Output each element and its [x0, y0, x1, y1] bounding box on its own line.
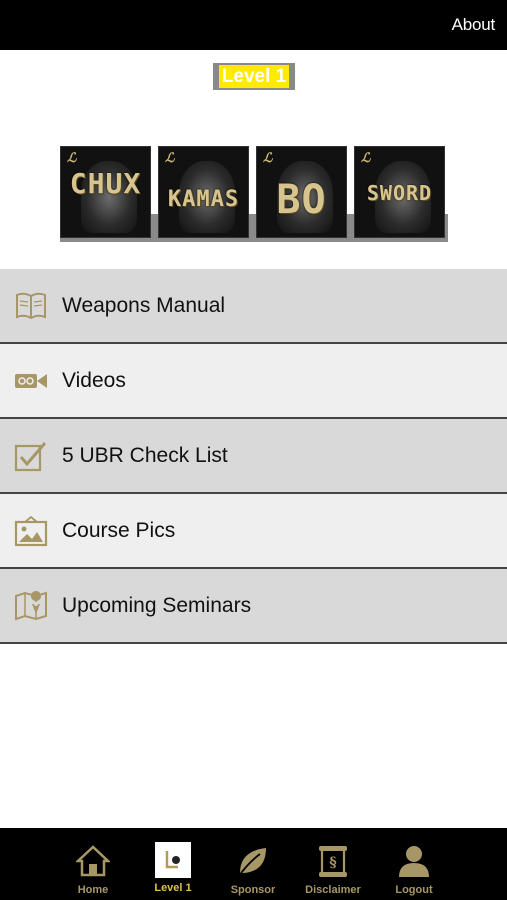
page-title: Level 1 [213, 63, 295, 90]
tab-home[interactable]: Home [53, 828, 133, 900]
tab-label: Sponsor [230, 884, 276, 896]
brand-mark-icon: ℒ [263, 150, 273, 165]
page-title-text: Level 1 [218, 65, 290, 88]
tab-label: Logout [395, 884, 433, 896]
checklist-icon [14, 439, 48, 473]
level-logo-icon [155, 842, 191, 878]
brand-mark-icon: ℒ [165, 150, 175, 165]
tile-word: BO [276, 177, 327, 223]
nunchuck-figure-image: ℒ CHUX [60, 146, 151, 238]
menu-item-weapons-manual[interactable]: Weapons Manual [0, 269, 507, 344]
tab-label: Home [77, 884, 109, 896]
tab-disclaimer[interactable]: § Disclaimer [293, 828, 373, 900]
picture-icon [14, 514, 48, 548]
sword-figure-image: ℒ SWORD [354, 146, 445, 238]
top-navigation-bar: About [0, 0, 507, 50]
menu-item-label: Weapons Manual [62, 293, 226, 317]
home-icon [74, 842, 112, 880]
tab-sponsor[interactable]: Sponsor [213, 828, 293, 900]
tile-word: CHUX [69, 167, 142, 200]
leaf-icon [234, 842, 272, 880]
tab-label: Level 1 [154, 882, 192, 894]
about-button[interactable]: About [452, 15, 496, 35]
tab-label: Disclaimer [305, 884, 361, 896]
tile-word: KAMAS [167, 187, 240, 212]
menu-item-course-pics[interactable]: Course Pics [0, 494, 507, 569]
weapons-banner: ℒ CHUX ℒ KAMAS ℒ BO ℒ SWORD [60, 146, 448, 242]
bo-staff-figure-image: ℒ BO [256, 146, 347, 238]
bottom-tab-bar: Home Level 1 Sponsor § Disclaimer Logout [0, 828, 507, 900]
legal-document-icon: § [314, 842, 352, 880]
map-pin-icon [14, 589, 48, 623]
tab-level-1[interactable]: Level 1 [133, 828, 213, 900]
main-menu: Weapons Manual Videos 5 UBR Check List C… [0, 269, 507, 644]
menu-item-label: Course Pics [62, 518, 176, 542]
tile-word: SWORD [366, 181, 433, 205]
svg-text:§: § [329, 855, 336, 871]
menu-item-label: Videos [62, 368, 126, 392]
video-camera-icon [14, 364, 48, 398]
brand-mark-icon: ℒ [67, 150, 77, 165]
menu-item-checklist[interactable]: 5 UBR Check List [0, 419, 507, 494]
tab-logout[interactable]: Logout [374, 828, 454, 900]
menu-item-label: Upcoming Seminars [62, 593, 252, 617]
kama-figure-image: ℒ KAMAS [158, 146, 249, 238]
menu-item-videos[interactable]: Videos [0, 344, 507, 419]
brand-mark-icon: ℒ [361, 150, 371, 165]
menu-item-label: 5 UBR Check List [62, 443, 228, 467]
user-icon [395, 842, 433, 880]
open-book-icon [14, 289, 48, 323]
menu-item-upcoming-seminars[interactable]: Upcoming Seminars [0, 569, 507, 644]
